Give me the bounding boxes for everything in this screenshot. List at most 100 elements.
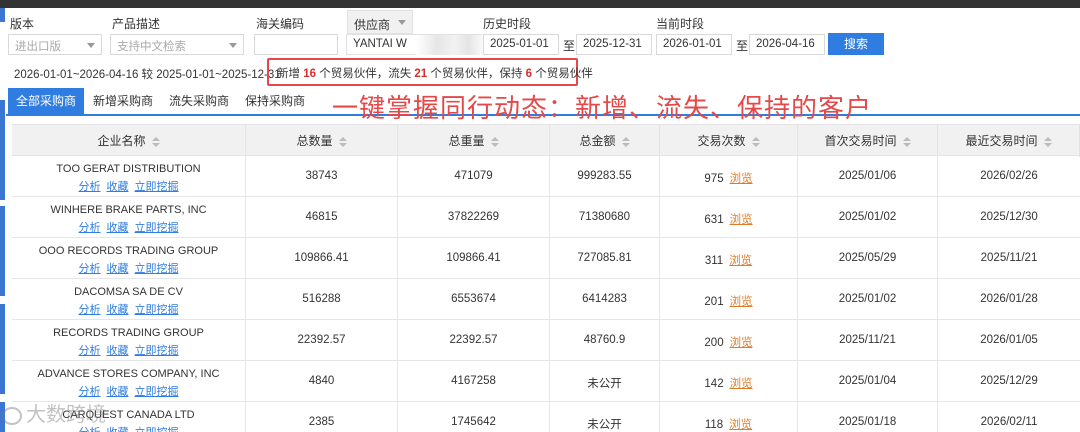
mine-now-link[interactable]: 立即挖掘 xyxy=(135,427,179,432)
new-prefix: 新增 xyxy=(277,68,300,80)
amount-cell: 48760.9 xyxy=(550,320,660,361)
trades-cell: 631 浏览 xyxy=(660,197,798,238)
hscode-label: 海关编码 xyxy=(256,17,305,31)
qty-cell: 22392.57 xyxy=(246,320,398,361)
new-suffix: 个贸易伙伴，流失 xyxy=(319,68,412,80)
analyze-link[interactable]: 分析 xyxy=(79,427,101,432)
favorite-link[interactable]: 收藏 xyxy=(107,181,129,193)
favorite-link[interactable]: 收藏 xyxy=(107,345,129,357)
browse-link[interactable]: 浏览 xyxy=(730,214,753,226)
tab-all-buyers[interactable]: 全部采购商 xyxy=(8,88,84,114)
first-trade-cell: 2025/01/02 xyxy=(798,279,938,320)
browse-link[interactable]: 浏览 xyxy=(730,173,753,185)
history-end-date[interactable]: 2025-12-31 xyxy=(576,34,652,55)
browse-link[interactable]: 浏览 xyxy=(729,255,752,267)
supplier-label[interactable]: 供应商 xyxy=(347,10,413,34)
col-last-trade-label: 最近交易时间 xyxy=(965,134,1038,148)
first-trade-date: 2025/01/02 xyxy=(838,211,897,223)
supplier-value: YANTAI W xyxy=(353,38,407,50)
mine-now-link[interactable]: 立即挖掘 xyxy=(135,263,179,275)
trades-cell: 311 浏览 xyxy=(660,238,798,279)
last-trade-cell: 2026/02/26 xyxy=(938,156,1080,197)
company-cell: ADVANCE STORES COMPANY, INC 分析 收藏 立即挖掘 xyxy=(12,361,246,402)
trade-count-wrap: 142 浏览 xyxy=(660,375,797,391)
col-trade-count[interactable]: 交易次数 xyxy=(660,125,798,157)
mine-now-link[interactable]: 立即挖掘 xyxy=(135,386,179,398)
favorite-link[interactable]: 收藏 xyxy=(107,304,129,316)
first-trade-date: 2025/01/18 xyxy=(838,416,897,428)
col-last-trade[interactable]: 最近交易时间 xyxy=(938,125,1080,157)
favorite-link[interactable]: 收藏 xyxy=(107,222,129,234)
hscode-input[interactable] xyxy=(254,34,338,55)
qty-cell: 38743 xyxy=(246,156,398,197)
company-actions: 分析收藏立即挖掘 xyxy=(12,178,245,194)
first-trade-date: 2025/01/04 xyxy=(838,375,897,387)
history-end-value: 2025-12-31 xyxy=(583,38,642,50)
analyze-link[interactable]: 分析 xyxy=(79,181,101,193)
col-first-trade[interactable]: 首次交易时间 xyxy=(798,125,938,157)
favorite-link[interactable]: 收藏 xyxy=(107,427,129,432)
col-company-name[interactable]: 企业名称 xyxy=(12,125,246,157)
current-end-date[interactable]: 2026-04-16 xyxy=(749,34,825,55)
favorite-link[interactable]: 收藏 xyxy=(107,263,129,275)
search-button[interactable]: 搜索 xyxy=(828,33,884,55)
total-weight: 37822269 xyxy=(447,211,500,223)
first-trade-date: 2025/05/29 xyxy=(838,252,897,264)
table-row: OOO RECORDS TRADING GROUP 分析 收藏 立即挖掘 109866.… xyxy=(12,238,1080,279)
col-trade-count-label: 交易次数 xyxy=(697,134,746,148)
partner-change-highlight: 新增 16 个贸易伙伴，流失 21 个贸易伙伴，保持 6 个贸易伙伴 xyxy=(267,58,593,86)
tab-lost-buyers[interactable]: 流失采购商 xyxy=(162,88,236,114)
total-amount: 未公开 xyxy=(587,378,622,390)
mine-now-link[interactable]: 立即挖掘 xyxy=(135,181,179,193)
total-weight: 4167258 xyxy=(451,375,496,387)
history-start-date[interactable]: 2025-01-01 xyxy=(483,34,559,55)
first-trade-date: 2025/01/06 xyxy=(838,170,897,182)
mine-now-link[interactable]: 立即挖掘 xyxy=(135,345,179,357)
promo-slogan: 一键掌握同行动态：新增、流失、保持的客户 xyxy=(332,94,873,124)
analyze-link[interactable]: 分析 xyxy=(79,304,101,316)
mine-now-link[interactable]: 立即挖掘 xyxy=(135,304,179,316)
kept-suffix: 个贸易伙伴 xyxy=(535,68,593,80)
trade-count-wrap: 118 浏览 xyxy=(660,416,797,432)
weight-cell: 6553674 xyxy=(398,279,550,320)
trade-count: 631 xyxy=(704,214,724,226)
trade-count-wrap: 311 浏览 xyxy=(660,252,797,268)
analyze-link[interactable]: 分析 xyxy=(79,263,101,275)
col-total-weight[interactable]: 总重量 xyxy=(398,125,550,157)
sort-icon xyxy=(902,136,911,147)
qty-cell: 4840 xyxy=(246,361,398,402)
browse-link[interactable]: 浏览 xyxy=(729,419,752,431)
version-select[interactable]: 进出口版 xyxy=(8,34,102,55)
sort-icon xyxy=(490,136,499,147)
product-search-input[interactable]: 支持中文检索 xyxy=(110,34,244,55)
company-actions: 分析收藏立即挖掘 xyxy=(12,219,245,235)
col-total-amount[interactable]: 总金额 xyxy=(550,125,660,157)
total-weight: 471079 xyxy=(454,170,493,182)
browse-link[interactable]: 浏览 xyxy=(730,378,753,390)
col-total-qty[interactable]: 总数量 xyxy=(246,125,398,157)
total-qty: 4840 xyxy=(308,375,335,387)
total-qty: 516288 xyxy=(302,293,341,305)
browse-link[interactable]: 浏览 xyxy=(730,337,753,349)
first-trade-cell: 2025/01/06 xyxy=(798,156,938,197)
amount-cell: 未公开 xyxy=(550,402,660,432)
trade-count-wrap: 200 浏览 xyxy=(660,334,797,350)
first-trade-cell: 2025/01/04 xyxy=(798,361,938,402)
analyze-link[interactable]: 分析 xyxy=(79,222,101,234)
lost-suffix: 个贸易伙伴，保持 xyxy=(430,68,523,80)
tab-kept-buyers[interactable]: 保持采购商 xyxy=(238,88,312,114)
analyze-link[interactable]: 分析 xyxy=(79,386,101,398)
mine-now-link[interactable]: 立即挖掘 xyxy=(135,222,179,234)
new-count: 16 xyxy=(303,68,316,80)
trade-count: 200 xyxy=(704,337,724,349)
tab-new-buyers[interactable]: 新增采购商 xyxy=(86,88,160,114)
current-start-value: 2026-01-01 xyxy=(663,38,722,50)
favorite-link[interactable]: 收藏 xyxy=(107,386,129,398)
company-actions: 分析收藏立即挖掘 xyxy=(12,342,245,358)
analyze-link[interactable]: 分析 xyxy=(79,345,101,357)
current-start-date[interactable]: 2026-01-01 xyxy=(656,34,732,55)
weight-cell: 37822269 xyxy=(398,197,550,238)
browse-link[interactable]: 浏览 xyxy=(730,296,753,308)
col-company-name-label: 企业名称 xyxy=(97,134,146,148)
current-label: 当前时段 xyxy=(656,17,705,31)
